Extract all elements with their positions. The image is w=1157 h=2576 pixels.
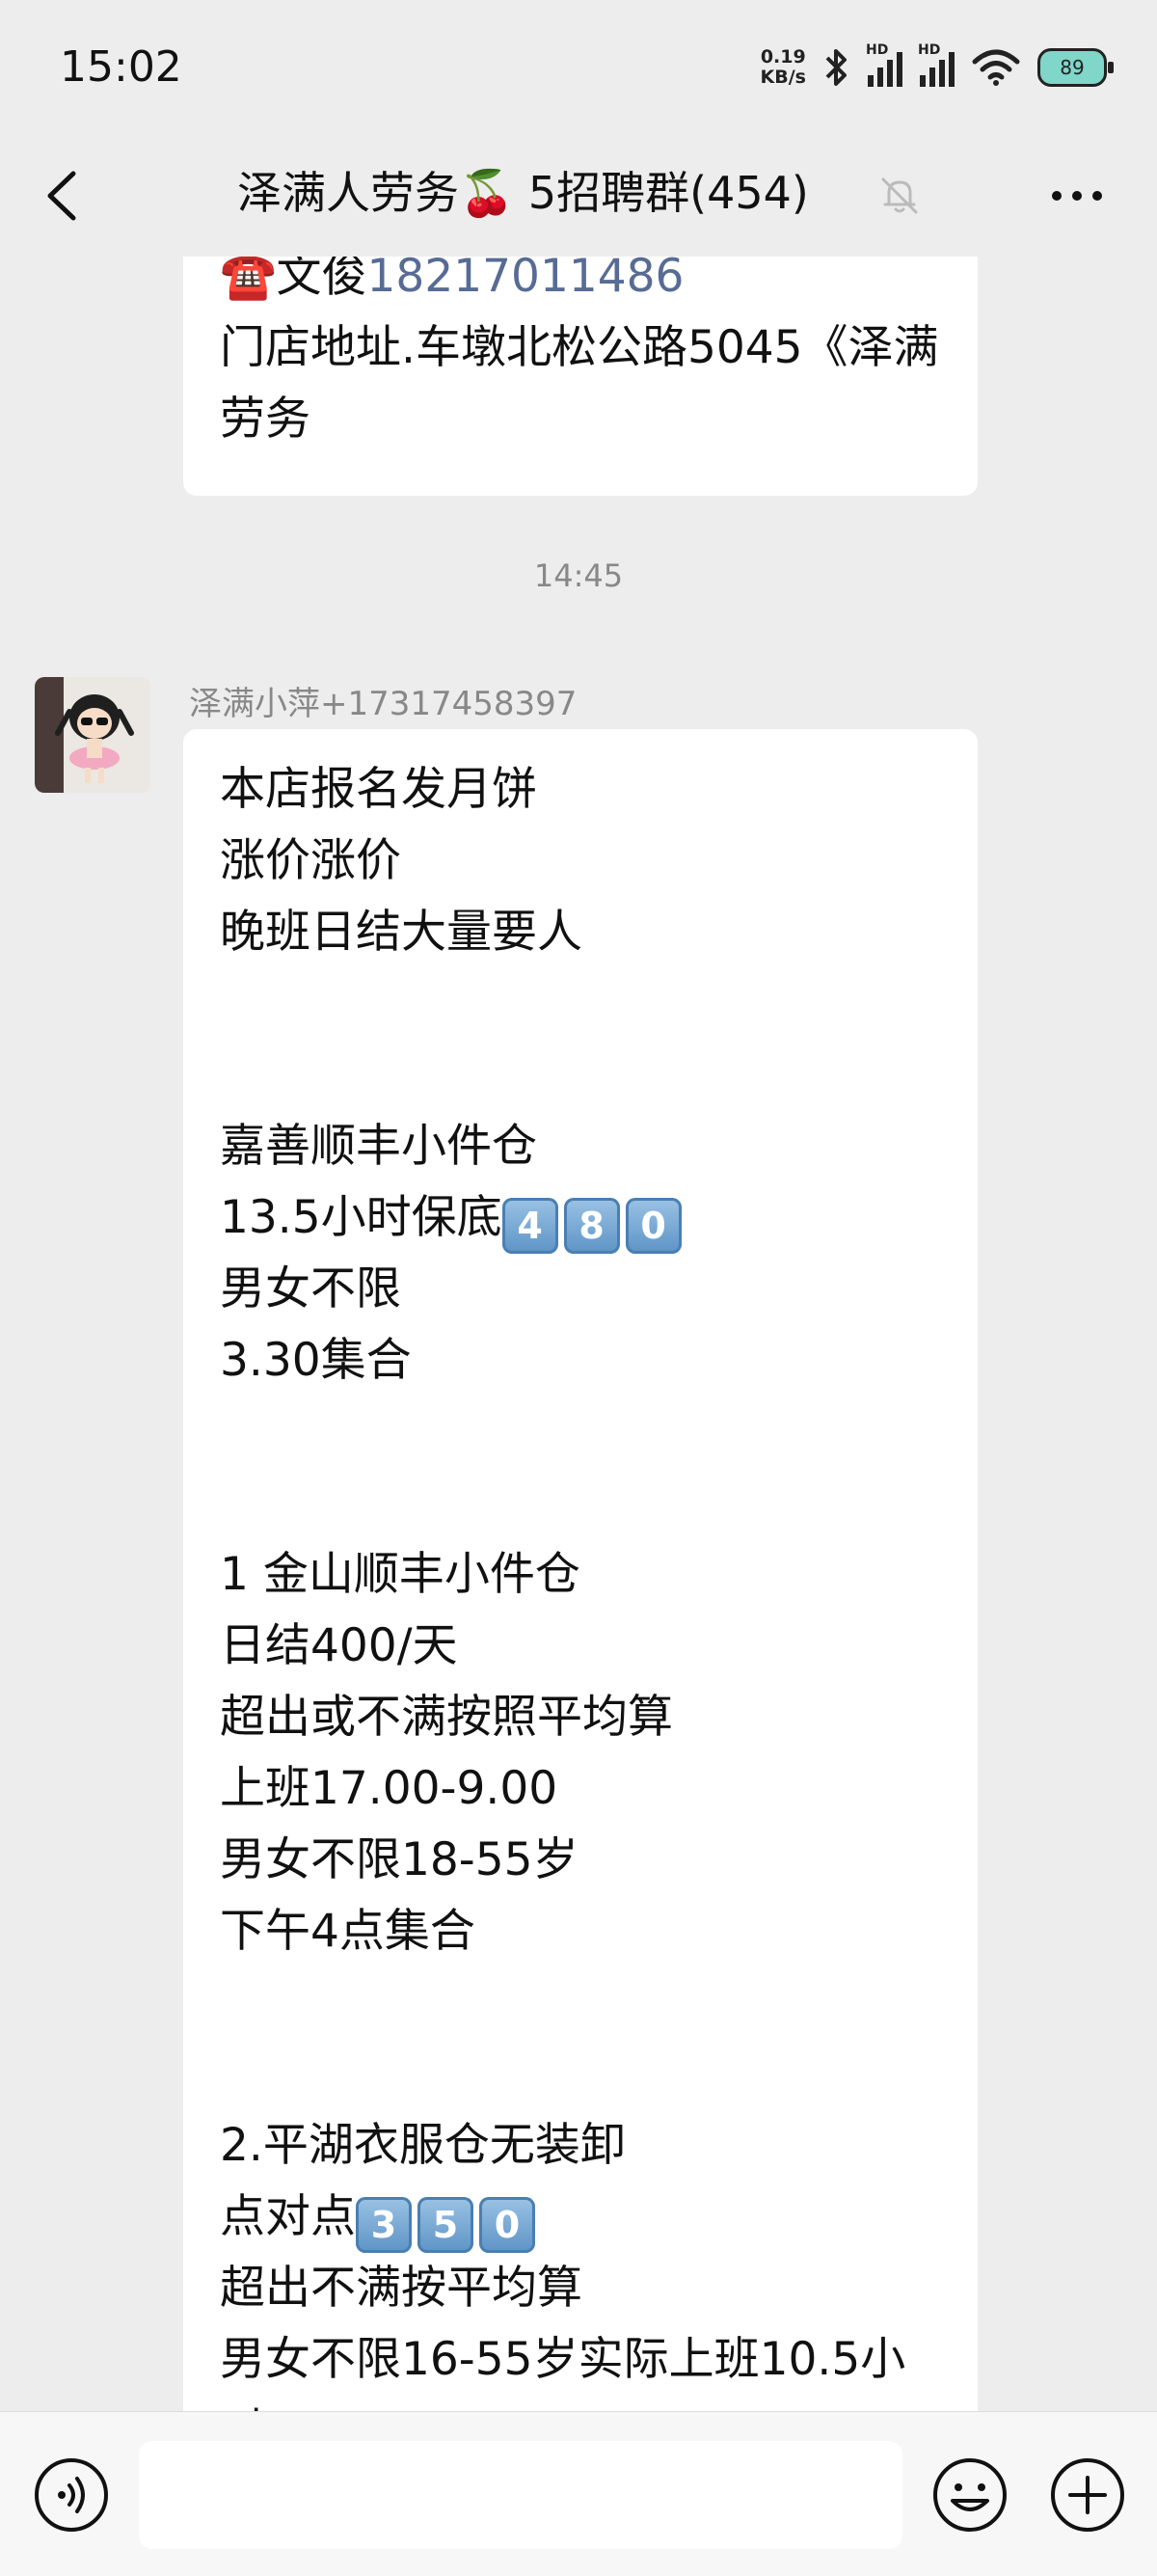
wifi-icon: [972, 49, 1020, 86]
status-time: 15:02: [60, 42, 182, 92]
emoji-icon[interactable]: [931, 2456, 1009, 2534]
bluetooth-icon: [825, 49, 847, 86]
battery-icon: 89: [1037, 48, 1114, 87]
more-dots-icon[interactable]: [1043, 172, 1111, 220]
back-arrow-icon[interactable]: [35, 162, 93, 230]
message-timestamp: 14:45: [533, 557, 624, 594]
signal-icon-2: HD: [918, 42, 955, 87]
chat-messages[interactable]: ☎️文俊18217011486 门店地址.车墩北松公路5045《泽满劳务 14:…: [0, 257, 1157, 2411]
keycap-digit: 3: [356, 2197, 412, 2253]
voice-icon[interactable]: [33, 2456, 110, 2534]
store-address: 门店地址.车墩北松公路5045《泽满劳务: [220, 321, 939, 446]
status-icons: 0.19 KB/s HD HD 89: [760, 39, 1114, 96]
avatar-cartoon-girl-icon: [35, 677, 150, 793]
keycap-digit: 0: [625, 1198, 682, 1254]
keycap-digit: 8: [563, 1198, 620, 1254]
message-input[interactable]: [139, 2441, 902, 2549]
keycap-digit: 5: [417, 2197, 473, 2253]
keycap-digit: 0: [479, 2197, 535, 2253]
signal-icon-1: HD: [866, 42, 902, 87]
chat-title: 泽满人劳务🍒 5招聘群(454): [237, 167, 809, 219]
network-speed: 0.19 KB/s: [760, 46, 806, 88]
keycap-digit: 4: [501, 1198, 558, 1254]
bell-muted-icon: [881, 177, 918, 214]
message-bubble-job-post[interactable]: 本店报名发月饼 涨价涨价 晚班日结大量要人 嘉善顺丰小件仓 13.5小时保底 4 8…: [183, 729, 978, 2411]
phone-number-link[interactable]: 18217011486: [367, 257, 685, 303]
message-bubble-previous[interactable]: ☎️文俊18217011486 门店地址.车墩北松公路5045《泽满劳务: [183, 257, 978, 496]
input-bar: [0, 2411, 1157, 2576]
sender-name: 泽满小萍+17317458397: [189, 685, 578, 723]
chat-header: 泽满人劳务🍒 5招聘群(454): [0, 135, 1157, 257]
plus-icon[interactable]: [1049, 2456, 1126, 2534]
status-bar: 15:02 0.19 KB/s HD HD 89: [0, 0, 1157, 135]
avatar[interactable]: [35, 677, 150, 793]
